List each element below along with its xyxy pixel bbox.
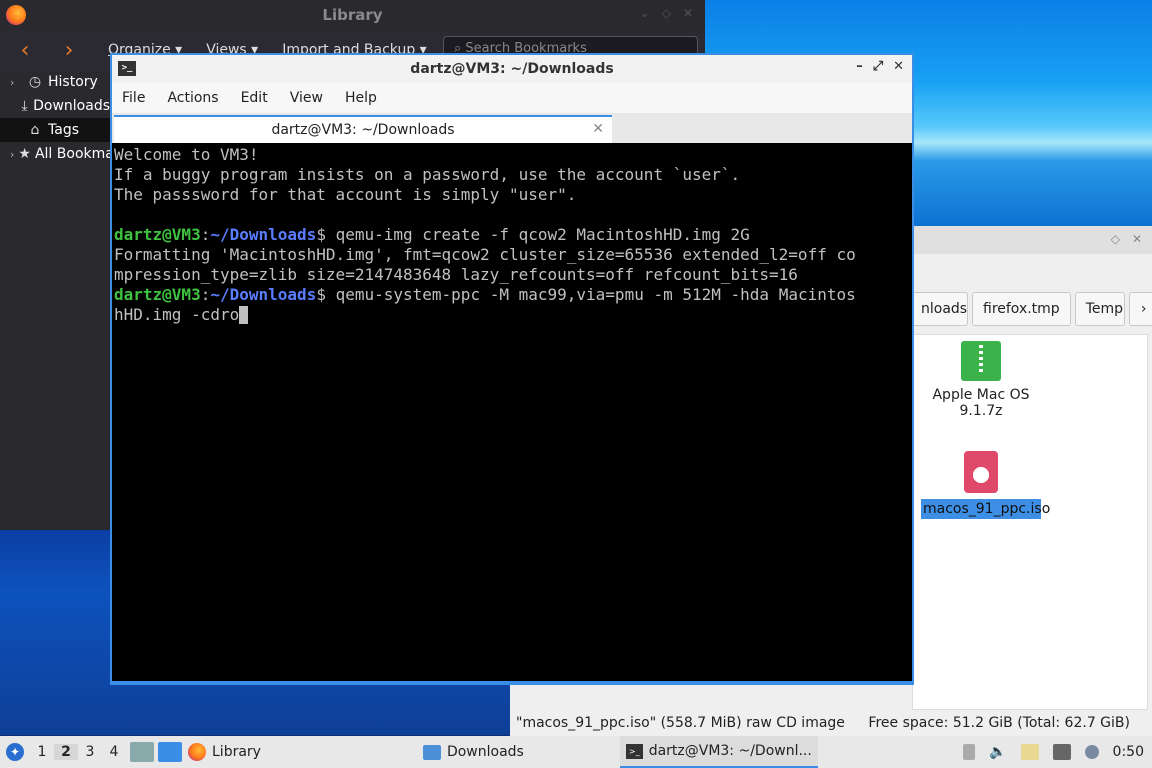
terminal-line: dartz@VM3:~/Downloads$ qemu-system-ppc -…: [114, 285, 856, 304]
lxqt-logo-icon: ✦: [6, 743, 24, 761]
disc-image-icon: [964, 451, 998, 493]
menu-actions[interactable]: Actions: [167, 90, 218, 106]
maximize-icon[interactable]: ⤢: [873, 59, 883, 74]
path-button-firefox-tmp[interactable]: firefox.tmp: [972, 292, 1071, 326]
minimize-icon[interactable]: ⌄: [640, 6, 650, 20]
sidebar-item-downloads[interactable]: ⤓ Downloads: [0, 94, 110, 118]
terminal-output[interactable]: Welcome to VM3! If a buggy program insist…: [112, 143, 912, 681]
system-tray: 🔈 0:50: [963, 736, 1144, 768]
terminal-input-line[interactable]: hHD.img -cdro: [114, 305, 910, 325]
terminal-line: The passsword for that account is simply…: [114, 185, 577, 204]
back-button[interactable]: ‹: [10, 38, 40, 63]
sidebar-item-all-bookmarks[interactable]: › ★ All Bookmarks: [0, 142, 110, 166]
terminal-icon: >_: [625, 743, 643, 759]
menu-file[interactable]: File: [122, 90, 145, 106]
task-downloads[interactable]: Downloads: [417, 736, 530, 768]
start-menu-button[interactable]: ✦: [0, 736, 30, 768]
path-button-temp[interactable]: Temp: [1074, 292, 1125, 326]
file-item-apple-mac-os[interactable]: Apple Mac OS 9.1.7z: [921, 341, 1041, 419]
zip-archive-icon: [961, 341, 1001, 381]
volume-icon[interactable]: 🔈: [989, 744, 1006, 760]
close-tab-icon[interactable]: ✕: [592, 121, 604, 137]
terminal-window[interactable]: >_ dartz@VM3: ~/Downloads – ⤢ ✕ File Act…: [110, 53, 914, 685]
terminal-line: Welcome to VM3!: [114, 145, 259, 164]
terminal-title: dartz@VM3: ~/Downloads: [410, 61, 614, 77]
terminal-line: If a buggy program insists on a password…: [114, 165, 741, 184]
sidebar-item-tags[interactable]: ⌂ Tags: [0, 118, 110, 142]
status-free-space: Free space: 51.2 GiB (Total: 62.7 GiB): [868, 715, 1130, 731]
chevron-right-icon[interactable]: ›: [10, 76, 22, 89]
library-sidebar: › ◷ History ⤓ Downloads ⌂ Tags › ★ All B…: [0, 70, 110, 530]
close-icon[interactable]: ✕: [1132, 232, 1142, 246]
text-cursor: [239, 306, 249, 324]
terminal-menubar: File Actions Edit View Help: [112, 83, 912, 113]
firefox-icon: [6, 5, 26, 25]
task-terminal[interactable]: >_ dartz@VM3: ~/Downl...: [619, 736, 818, 768]
workspace-1[interactable]: 1: [30, 744, 54, 760]
taskbar: ✦ 1 2 3 4 Library Downloads >_ dartz@VM3…: [0, 736, 1152, 768]
library-titlebar[interactable]: Library ⌄ ◇ ✕: [0, 0, 705, 30]
chevron-right-icon[interactable]: ›: [1128, 292, 1152, 326]
menu-edit[interactable]: Edit: [241, 90, 268, 106]
chevron-right-icon[interactable]: ›: [10, 148, 14, 161]
firefox-icon: [188, 743, 206, 761]
terminal-icon: >_: [118, 61, 136, 76]
menu-help[interactable]: Help: [345, 90, 377, 106]
workspace-2[interactable]: 2: [54, 744, 78, 760]
terminal-tabbar: dartz@VM3: ~/Downloads ✕: [112, 113, 912, 143]
workspace-3[interactable]: 3: [78, 744, 102, 760]
clipboard-icon[interactable]: [1020, 744, 1039, 760]
tag-icon: ⌂: [30, 122, 40, 138]
restore-icon[interactable]: ◇: [662, 6, 671, 20]
sidebar-item-history[interactable]: › ◷ History: [0, 70, 110, 94]
terminal-tab[interactable]: dartz@VM3: ~/Downloads ✕: [114, 115, 612, 143]
path-button-downloads[interactable]: nloads: [910, 292, 968, 326]
file-manager-launcher-icon[interactable]: [130, 742, 154, 762]
minimize-icon[interactable]: –: [856, 59, 863, 74]
close-icon[interactable]: ✕: [683, 6, 693, 20]
path-bar: nloads firefox.tmp Temp ›: [910, 292, 1152, 326]
network-icon[interactable]: [1052, 744, 1071, 760]
clock[interactable]: 0:50: [1113, 744, 1144, 760]
star-icon: ★: [18, 146, 31, 162]
terminal-titlebar[interactable]: >_ dartz@VM3: ~/Downloads – ⤢ ✕: [112, 55, 912, 83]
terminal-line: mpression_type=zlib size=2147483648 lazy…: [114, 265, 798, 284]
clock-icon: ◷: [28, 74, 42, 90]
show-desktop-icon[interactable]: [158, 742, 182, 762]
download-icon: ⤓: [21, 98, 28, 114]
workspace-4[interactable]: 4: [102, 744, 126, 760]
file-manager-statusbar: "macos_91_ppc.iso" (558.7 MiB) raw CD im…: [510, 710, 1152, 736]
library-title: Library: [322, 6, 383, 24]
file-icon-view[interactable]: Apple Mac OS 9.1.7z macos_91_ppc.iso: [912, 334, 1148, 710]
forward-button[interactable]: ›: [54, 38, 84, 63]
restore-icon[interactable]: ◇: [1111, 232, 1120, 246]
close-icon[interactable]: ✕: [893, 59, 904, 74]
folder-icon: [422, 744, 441, 760]
terminal-line: dartz@VM3:~/Downloads$ qemu-img create -…: [114, 225, 750, 244]
status-selection-info: "macos_91_ppc.iso" (558.7 MiB) raw CD im…: [516, 715, 845, 731]
terminal-line: Formatting 'MacintoshHD.img', fmt=qcow2 …: [114, 245, 856, 264]
file-item-macos-iso[interactable]: macos_91_ppc.iso: [921, 451, 1050, 519]
task-library[interactable]: Library: [182, 736, 267, 768]
menu-view[interactable]: View: [290, 90, 323, 106]
notification-icon[interactable]: [1084, 745, 1099, 759]
scroll-icon[interactable]: [963, 744, 976, 760]
